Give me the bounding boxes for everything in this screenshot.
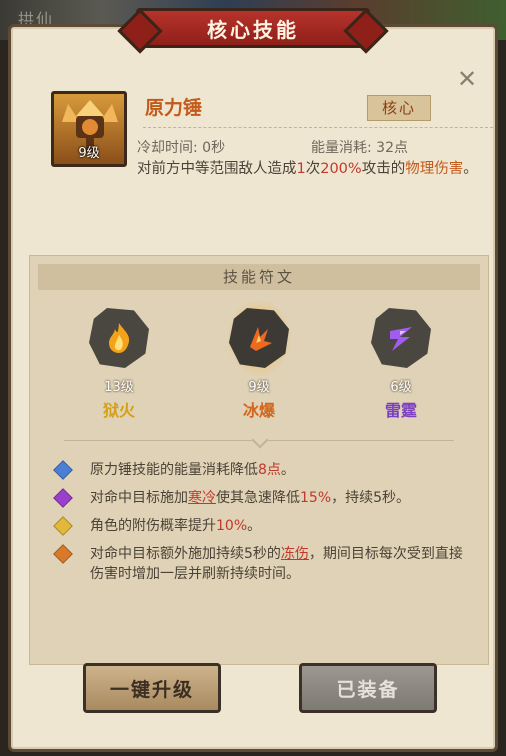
rune-effect-4: 对命中目标额外施加持续5秒的冻伤，期间目标每次受到直接伤害时增加一层并刷新持续时… <box>53 544 466 584</box>
dialog-title: 核心技能 <box>207 17 299 42</box>
physical-damage-keyword: 物理伤害 <box>405 161 464 177</box>
rune-ice-burst[interactable]: 9级 冰爆 <box>214 300 304 421</box>
core-skill-dialog: ✕ 9级 原力锤 核心 冷却时间: 0秒 能量消耗: 32点 对前方中等范围敌人… <box>8 24 498 752</box>
rune-name: 冰爆 <box>242 401 275 420</box>
rune-effect-1: 原力锤技能的能量消耗降低8点。 <box>53 460 466 480</box>
flame-icon <box>89 308 149 368</box>
rune-effect-2: 对命中目标施加寒冷使其急速降低15%，持续5秒。 <box>53 488 466 508</box>
core-badge: 核心 <box>367 95 431 121</box>
skill-description: 对前方中等范围敌人造成1次200%攻击的物理伤害。 <box>137 161 478 177</box>
rune-level: 9级 <box>248 380 270 395</box>
skill-level: 9级 <box>78 146 100 161</box>
skill-icon-hammer: 9级 <box>51 91 127 167</box>
purple-gem-icon <box>53 488 73 508</box>
cooldown-stat: 冷却时间: 0秒 <box>137 140 226 156</box>
rune-name: 狱火 <box>102 401 135 420</box>
rune-inferno[interactable]: 13级 狱火 <box>74 308 164 421</box>
frostbite-keyword-link[interactable]: 冻伤 <box>281 546 309 562</box>
orange-gem-icon <box>53 544 73 564</box>
skill-name: 原力锤 <box>145 97 203 119</box>
chevron-down-icon <box>251 431 269 449</box>
close-icon[interactable]: ✕ <box>455 67 479 91</box>
runes-header: 技能符文 <box>38 264 480 290</box>
chill-keyword-link[interactable]: 寒冷 <box>188 490 216 506</box>
rune-level: 13级 <box>104 380 134 395</box>
equipped-button[interactable]: 已装备 <box>299 663 437 713</box>
dialog-title-banner: 核心技能 <box>136 8 370 48</box>
rune-thunder[interactable]: 6级 雷霆 <box>356 308 446 421</box>
one-click-upgrade-button[interactable]: 一键升级 <box>83 663 221 713</box>
lightning-icon <box>371 308 431 368</box>
rune-name: 雷霆 <box>384 401 417 420</box>
blue-gem-icon <box>53 460 73 480</box>
yellow-gem-icon <box>53 516 73 536</box>
header-divider <box>143 127 493 129</box>
skill-runes-panel: 技能符文 13级 狱火 9级 冰爆 6级 雷霆 原力锤技能的能量消耗降低8点。 … <box>29 255 489 665</box>
energy-stat: 能量消耗: 32点 <box>311 140 408 156</box>
rune-level: 6级 <box>390 380 412 395</box>
rune-effect-3: 角色的附伤概率提升10%。 <box>53 516 466 536</box>
